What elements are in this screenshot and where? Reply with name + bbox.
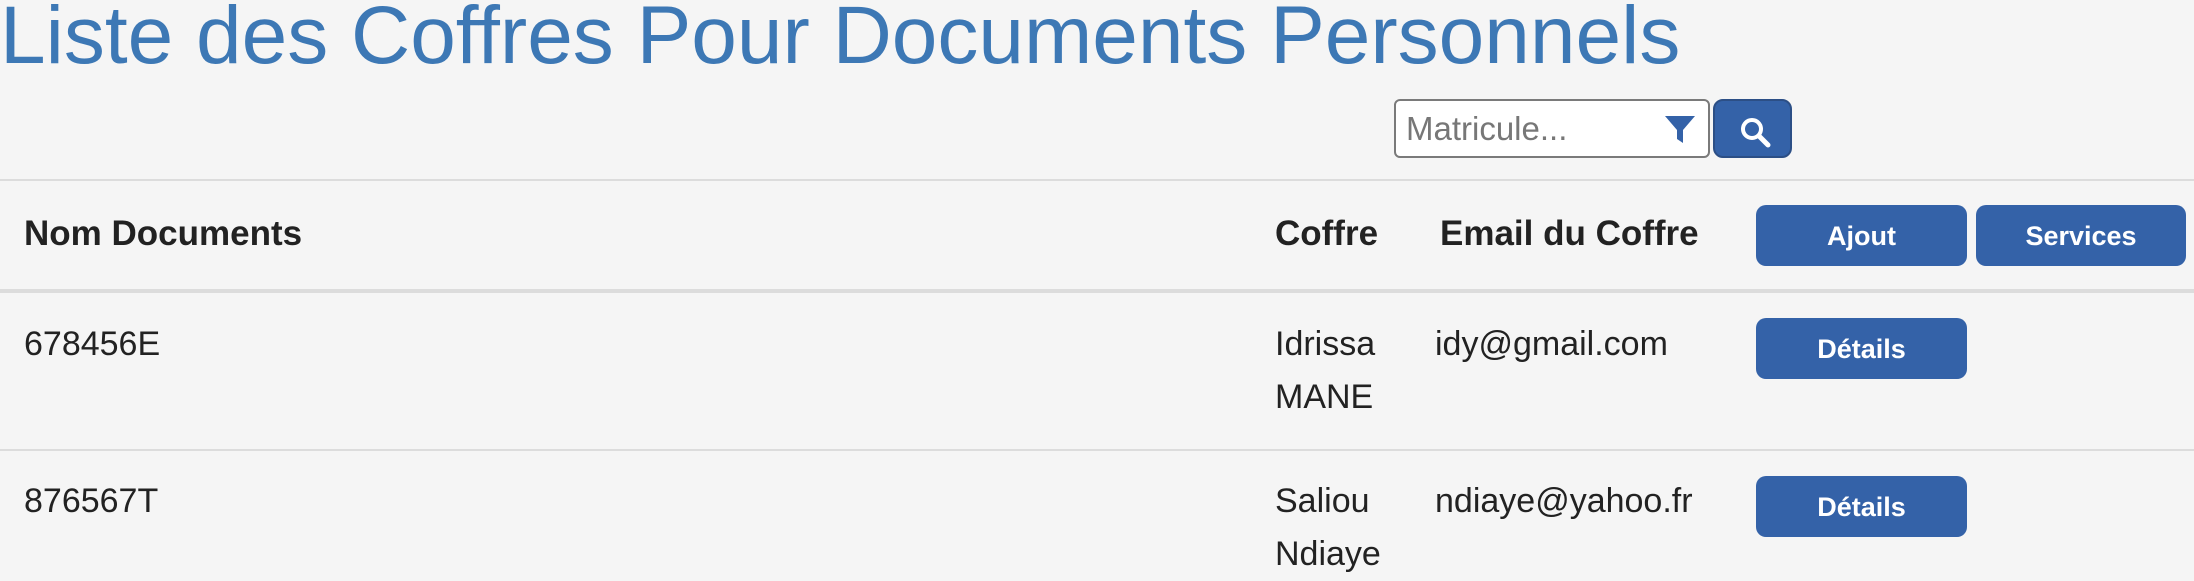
- row-coffre-last: MANE: [1275, 378, 1374, 416]
- row-email: idy@gmail.com: [1435, 325, 1668, 363]
- details-button[interactable]: Détails: [1756, 318, 1967, 379]
- funnel-icon[interactable]: [1664, 114, 1696, 146]
- column-header-nom-documents: Nom Documents: [24, 214, 303, 253]
- page: Liste des Coffres Pour Documents Personn…: [0, 0, 2194, 581]
- header-bottom-divider: [0, 289, 2194, 293]
- matricule-filter[interactable]: [1394, 99, 1710, 158]
- row-email: ndiaye@yahoo.fr: [1435, 482, 1693, 520]
- search-icon: [1741, 118, 1771, 148]
- row-divider: [0, 449, 2194, 451]
- row-coffre-last: Ndiaye: [1275, 535, 1381, 573]
- row-nom-document: 876567T: [24, 482, 159, 520]
- column-header-email: Email du Coffre: [1440, 214, 1699, 253]
- row-coffre-first: Saliou: [1275, 482, 1370, 520]
- ajout-button[interactable]: Ajout: [1756, 205, 1967, 266]
- details-button[interactable]: Détails: [1756, 476, 1967, 537]
- page-title: Liste des Coffres Pour Documents Personn…: [0, 0, 1681, 81]
- row-nom-document: 678456E: [24, 325, 161, 363]
- header-top-divider: [0, 179, 2194, 181]
- matricule-input[interactable]: [1406, 101, 1656, 156]
- column-header-coffre: Coffre: [1275, 214, 1379, 253]
- row-coffre-first: Idrissa: [1275, 325, 1376, 363]
- services-button[interactable]: Services: [1976, 205, 2186, 266]
- search-button[interactable]: [1713, 99, 1792, 158]
